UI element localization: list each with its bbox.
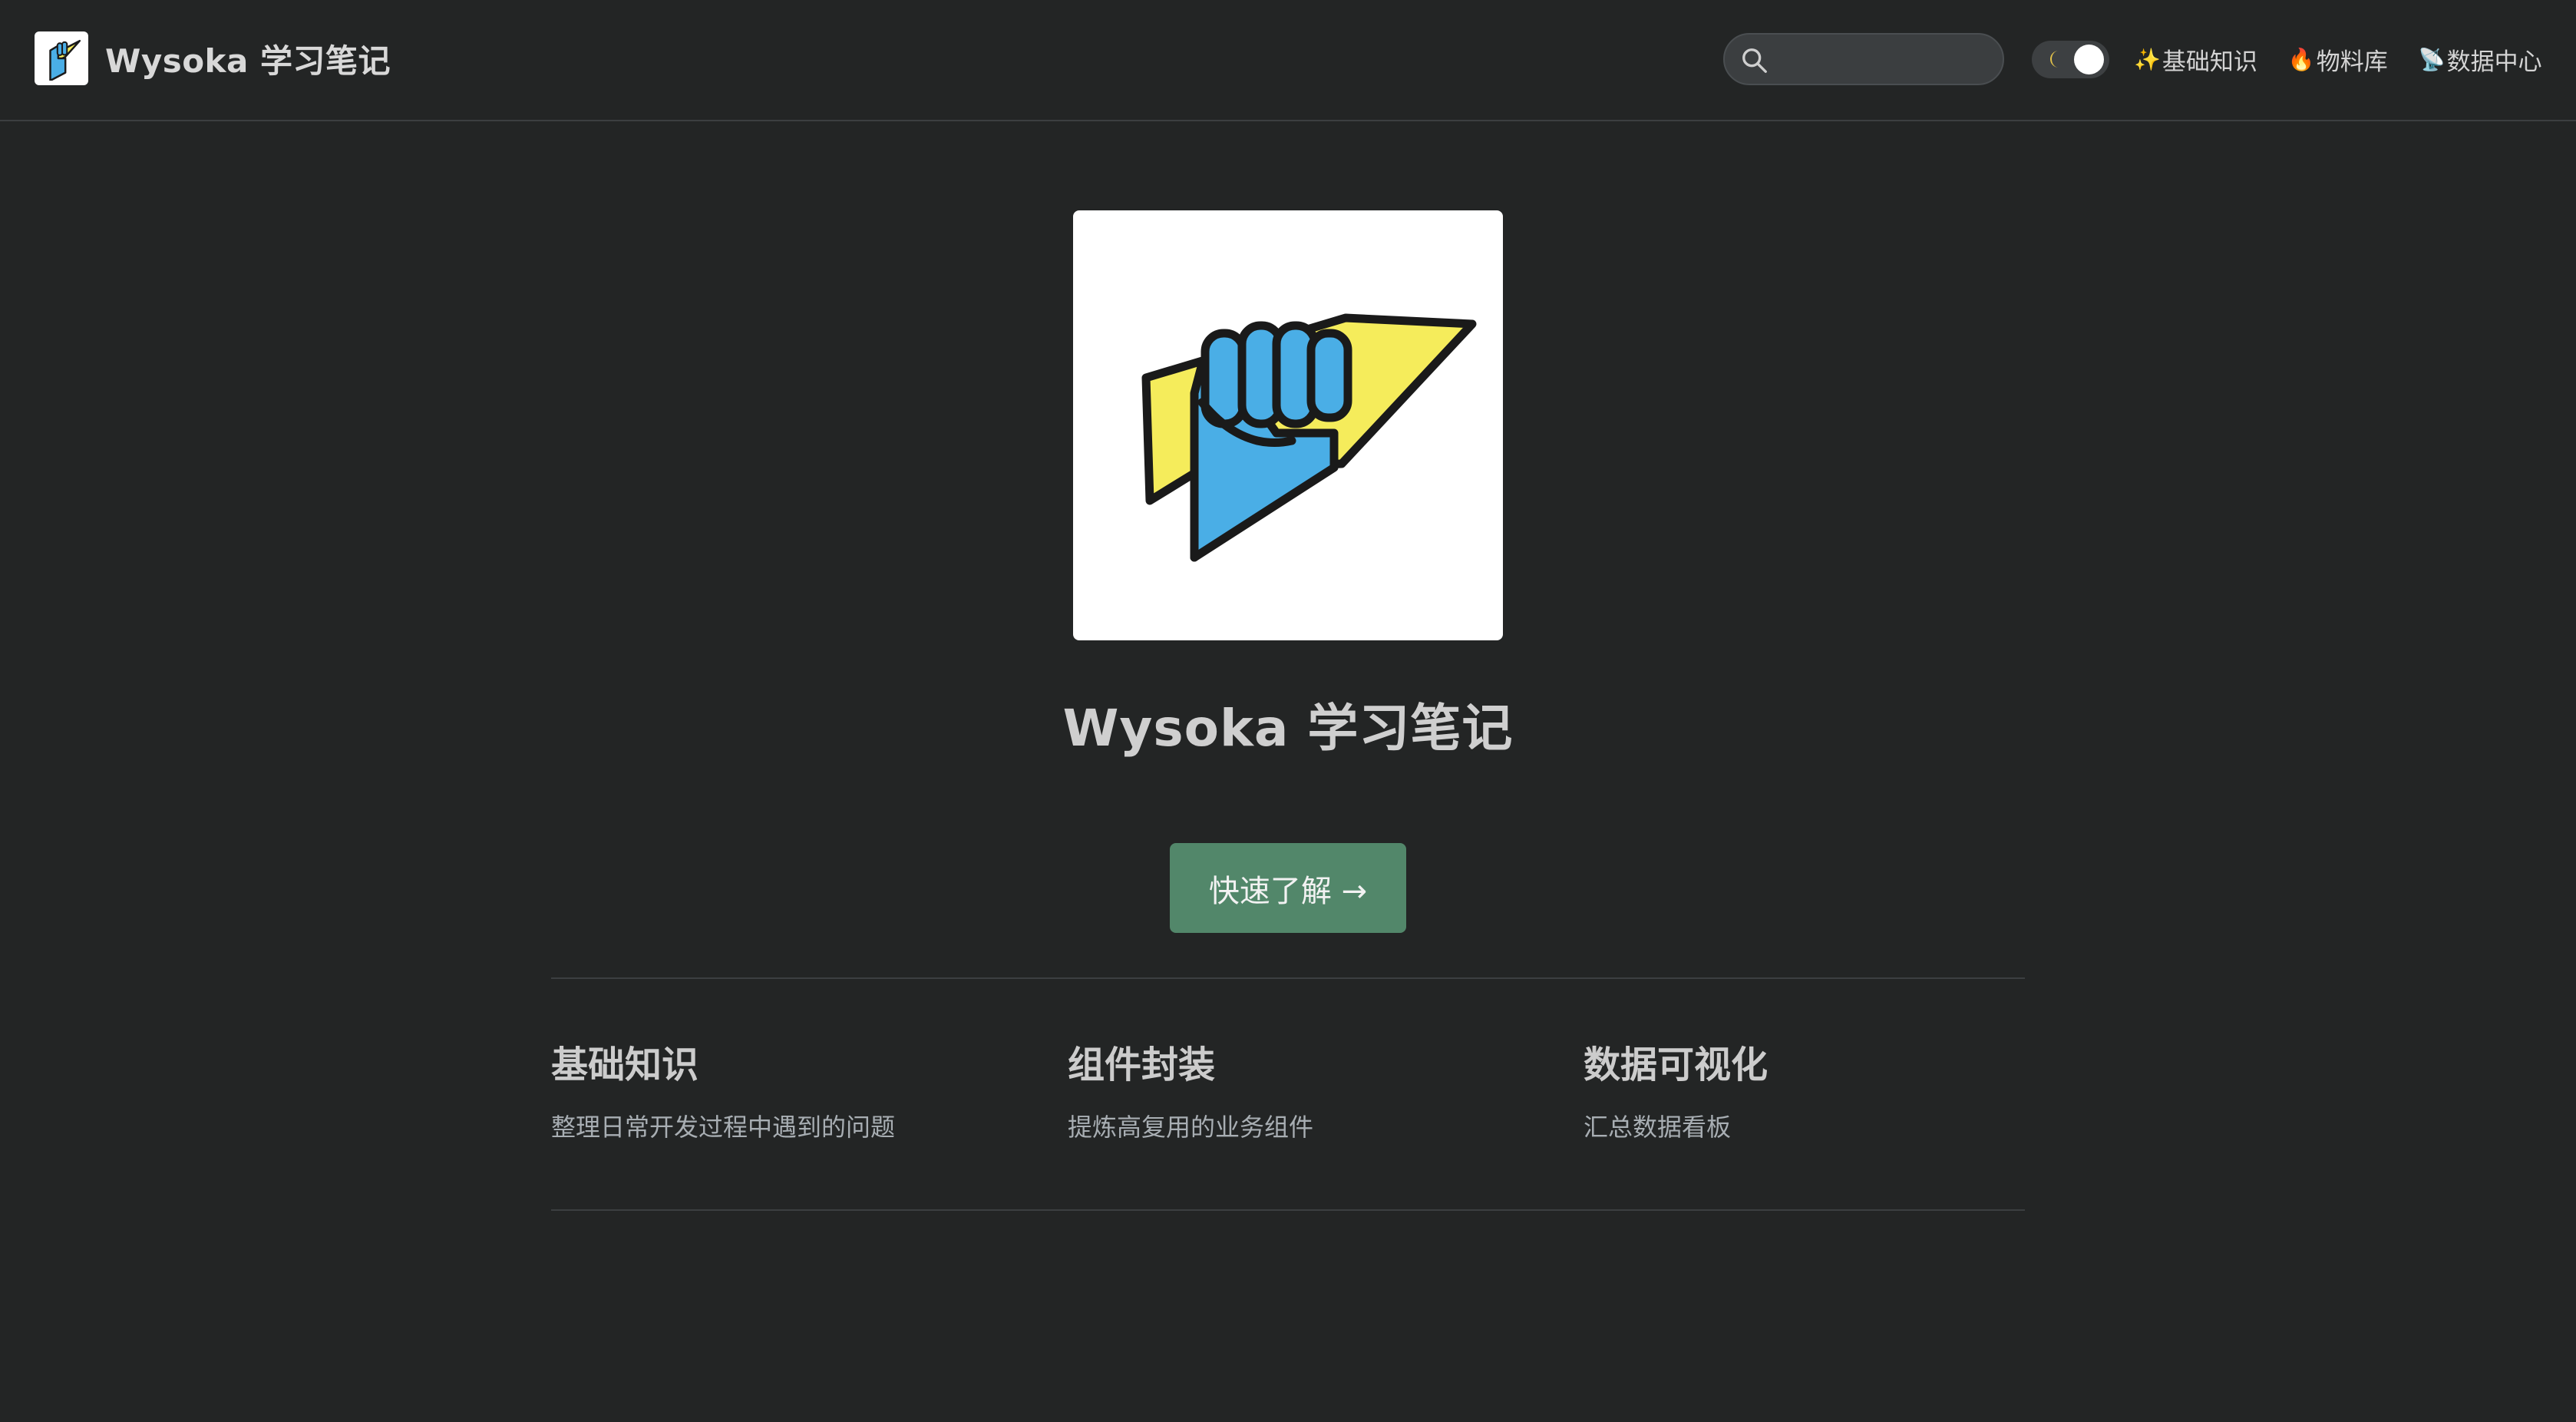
feature-description: 整理日常开发过程中遇到的问题	[551, 1113, 896, 1142]
nav-link-label: 数据中心	[2446, 48, 2542, 76]
nav-link-materials[interactable]: 🔥 物料库	[2288, 42, 2388, 77]
hero-title: Wysoka 学习笔记	[1062, 699, 1514, 758]
feature-title: 数据可视化	[1584, 1043, 1769, 1086]
nav-link-label: 基础知识	[2162, 48, 2257, 76]
brand-logo-icon	[35, 31, 88, 85]
feature-title: 基础知识	[551, 1043, 699, 1086]
fire-icon: 🔥	[2287, 46, 2315, 72]
moon-icon	[2050, 51, 2059, 68]
satellite-dish-icon: 📡	[2418, 46, 2446, 72]
nav-link-data-center[interactable]: 📡 数据中心	[2419, 42, 2542, 77]
feature-title: 组件封装	[1068, 1043, 1216, 1086]
feature-card-basics: 基础知识 整理日常开发过程中遇到的问题	[551, 1037, 1027, 1144]
nav-link-label: 物料库	[2316, 48, 2388, 76]
sparkles-icon: ✨	[2134, 46, 2161, 72]
nav-link-basics[interactable]: ✨ 基础知识	[2134, 42, 2257, 77]
feature-description: 提炼高复用的业务组件	[1068, 1113, 1314, 1142]
feature-card-components: 组件封装 提炼高复用的业务组件	[1068, 1037, 1544, 1144]
quick-start-button[interactable]: 快速了解 →	[1170, 843, 1406, 933]
toggle-knob	[2074, 45, 2104, 74]
brand-title: Wysoka 学习笔记	[105, 41, 391, 80]
brand-home-link[interactable]: Wysoka 学习笔记	[35, 31, 391, 85]
theme-toggle-switch[interactable]	[2032, 41, 2109, 78]
top-navbar: Wysoka 学习笔记 ✨ 基础知识 🔥 物料库 📡 数据中心	[0, 0, 2576, 121]
section-divider	[551, 1209, 2025, 1211]
section-divider	[551, 977, 2025, 979]
main-nav: ✨ 基础知识 🔥 物料库 📡 数据中心	[2134, 40, 2542, 78]
search-box[interactable]	[1723, 33, 2004, 85]
feature-description: 汇总数据看板	[1584, 1113, 1732, 1142]
search-input[interactable]	[1778, 41, 1993, 79]
features-section: 基础知识 整理日常开发过程中遇到的问题 组件封装 提炼高复用的业务组件 数据可视…	[551, 1037, 2025, 1175]
hero-logo-icon	[1073, 210, 1503, 640]
search-icon	[1742, 48, 1767, 73]
feature-card-data-viz: 数据可视化 汇总数据看板	[1584, 1037, 2059, 1144]
